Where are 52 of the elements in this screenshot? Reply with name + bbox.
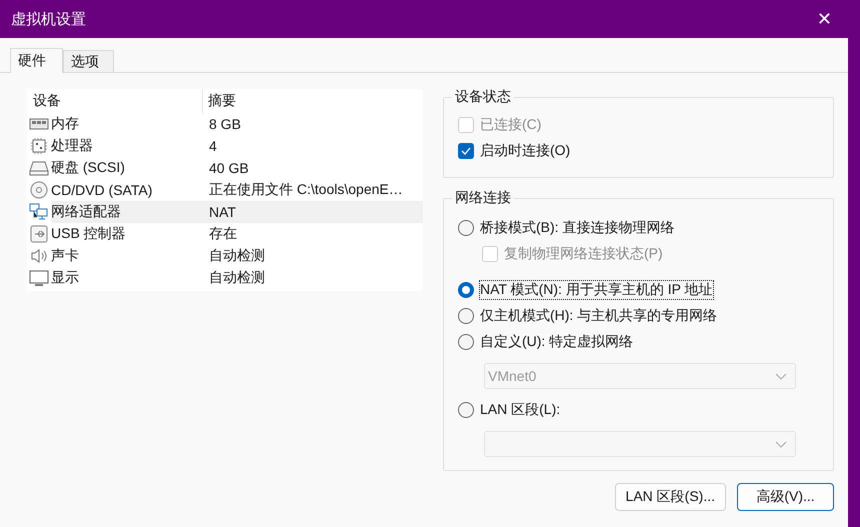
checkbox[interactable] — [458, 143, 474, 159]
table-row[interactable]: 网络适配器 NAT — [27, 201, 423, 223]
radio-button[interactable] — [458, 282, 474, 298]
radio-label: 桥接模式(B): 直接连接物理网络 — [480, 219, 674, 237]
table-cell: CD/DVD (SATA) — [51, 182, 152, 198]
table-row[interactable]: CD/DVD (SATA) 正在使用文件 C:\tools\openE… — [27, 179, 423, 201]
table-cell-text: 正在使用文件 C:\tools\openE… — [208, 180, 404, 199]
table-cell-text: 自动检测 — [208, 246, 266, 265]
table-cell-text: 存在 — [208, 224, 238, 243]
chevron-down-icon — [775, 372, 787, 380]
radio-button[interactable] — [458, 402, 474, 418]
radio-button[interactable] — [458, 308, 474, 324]
column-header: 设备 — [27, 89, 203, 113]
table-cell: 声卡 — [51, 247, 79, 265]
button[interactable]: LAN 区段(S)... — [614, 483, 726, 511]
table-cell: USB 控制器 — [51, 225, 126, 243]
radio-label: NAT 模式(N): 用于共享主机的 IP 地址 — [480, 281, 713, 299]
table-cell: 内存 — [51, 115, 79, 133]
table-cell-text: 40 GB — [208, 159, 250, 178]
checkbox-label: 已连接(C) — [480, 116, 542, 134]
table-cell-text: 自动检测 — [208, 268, 266, 287]
table-row[interactable]: 处理器 4 — [27, 135, 423, 157]
table-cell-text: 8 GB — [208, 115, 242, 134]
radio-button[interactable] — [458, 220, 474, 236]
network-icon — [29, 203, 49, 221]
checkbox-label: 启动时连接(O) — [480, 142, 570, 160]
checkbox-label: 复制物理网络连接状态(P) — [504, 245, 663, 263]
table-cell: 网络适配器 — [51, 203, 121, 221]
table-row[interactable]: USB 控制器 存在 — [27, 223, 423, 245]
table-row[interactable]: 内存 8 GB — [27, 113, 423, 135]
check-icon — [461, 147, 471, 155]
table-cell-text: 4 — [208, 137, 218, 156]
radio-label: 自定义(U): 特定虚拟网络 — [480, 333, 634, 351]
tab[interactable]: 选项 — [63, 50, 114, 72]
chevron-down-icon — [775, 440, 787, 448]
radio-button[interactable] — [458, 334, 474, 350]
table-cell: 显示 — [51, 269, 79, 287]
table-row[interactable]: 显示 自动检测 — [27, 267, 423, 289]
button[interactable]: 高级(V)... — [737, 483, 834, 511]
column-header: 摘要 — [207, 91, 237, 110]
dropdown: VMnet0 — [484, 363, 796, 389]
table-cell: 处理器 — [51, 137, 93, 155]
radio-label: LAN 区段(L): — [480, 401, 560, 419]
window-title: 虚拟机设置 — [11, 10, 86, 28]
table-cell: 硬盘 (SCSI) — [51, 159, 125, 177]
radio-label: 仅主机模式(H): 与主机共享的专用网络 — [480, 307, 718, 325]
close-button[interactable]: ✕ — [812, 8, 836, 30]
tab[interactable]: 硬件 — [10, 48, 63, 73]
group-title: 网络连接 — [452, 189, 514, 207]
table-row[interactable]: 声卡 自动检测 — [27, 245, 423, 267]
group-title: 设备状态 — [452, 88, 514, 106]
table-row[interactable]: 硬盘 (SCSI) 40 GB — [27, 157, 423, 179]
